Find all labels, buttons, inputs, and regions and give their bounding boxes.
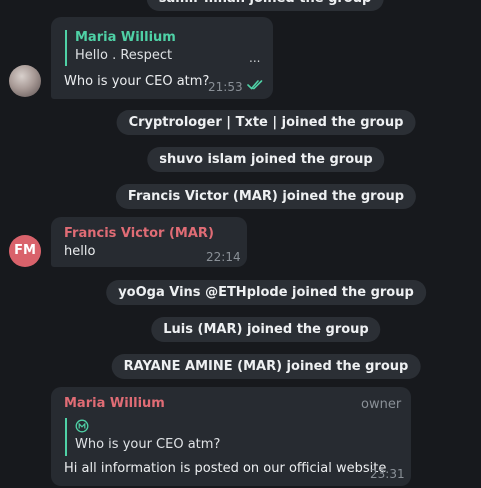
message-time: 22:14: [206, 250, 241, 264]
quote-ellipsis: ...: [249, 51, 261, 65]
service-message: Cryptrologer | Txte | joined the group: [116, 110, 416, 135]
message-sender[interactable]: Francis Victor (MAR): [64, 226, 214, 241]
service-message: RAYANE AMINE (MAR) joined the group: [111, 354, 421, 379]
reply-quote[interactable]: Maria Willium Hello . Respect: [65, 30, 176, 66]
message-text: Hi all information is posted on our offi…: [64, 461, 387, 476]
quote-sender: Maria Willium: [75, 30, 176, 45]
quote-text: Hello . Respect: [75, 48, 173, 63]
service-message: samir mnan joined the group: [146, 0, 384, 11]
message-bubble[interactable]: Maria Willium Hello . Respect ... Who is…: [51, 17, 273, 99]
message-time: 21:53: [208, 80, 243, 94]
quote-text: Who is your CEO atm?: [75, 437, 221, 452]
service-message: shuvo islam joined the group: [147, 147, 385, 172]
avatar[interactable]: FM: [9, 235, 41, 267]
message-text: hello: [64, 244, 96, 259]
reply-quote[interactable]: Who is your CEO atm?: [65, 418, 220, 456]
message-bubble[interactable]: Maria Willium owner Who is your CEO atm?…: [51, 387, 411, 486]
double-check-icon: [247, 80, 263, 90]
avatar[interactable]: [9, 65, 41, 97]
message-bubble[interactable]: Francis Victor (MAR) hello 22:14: [51, 217, 247, 267]
coin-icon: [75, 419, 89, 433]
service-message: Francis Victor (MAR) joined the group: [115, 184, 417, 209]
role-badge: owner: [361, 397, 402, 412]
message-sender[interactable]: Maria Willium: [64, 396, 165, 411]
message-text: Who is your CEO atm?: [64, 74, 210, 89]
service-message: Luis (MAR) joined the group: [151, 317, 381, 342]
message-time: 23:31: [370, 467, 405, 481]
service-message: yoOga Vins @ETHplode joined the group: [106, 280, 426, 305]
